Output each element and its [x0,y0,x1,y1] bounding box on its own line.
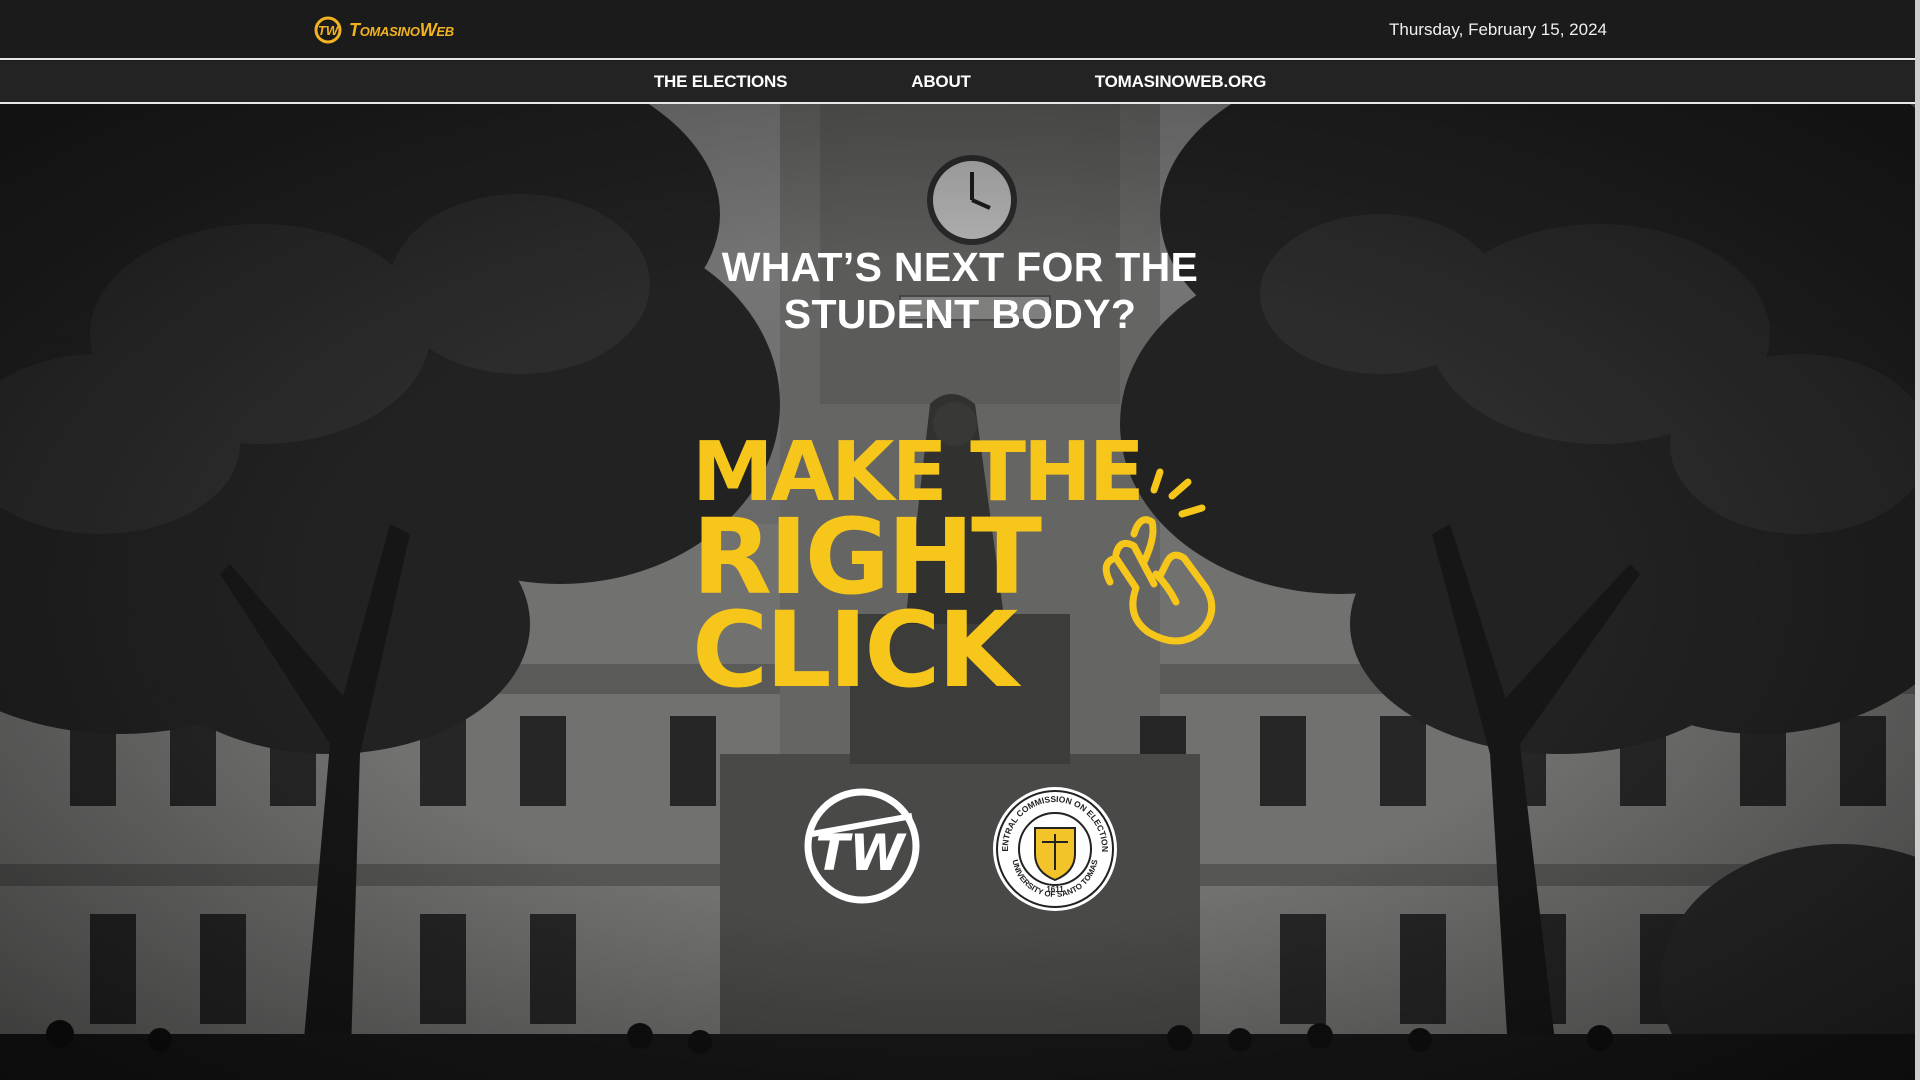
headline-line-1: WHAT’S NEXT FOR THE [721,244,1199,290]
nav-item-tomasinoweb-org[interactable]: TOMASINOWEB.ORG [1095,72,1267,92]
nav-item-the-elections[interactable]: THE ELECTIONS [654,72,788,92]
hero-headline: WHAT’S NEXT FOR THE STUDENT BODY? [660,244,1260,338]
top-bar: TW TomasinoWeb Thursday, February 15, 20… [0,0,1920,60]
comelec-seal: CENTRAL COMMISSION ON ELECTIONS UNIVERSI… [990,784,1117,911]
tw-emblem-icon: TW [804,788,920,904]
slogan: MAKE THE RIGHT CLICK [692,432,1145,711]
nav-item-about[interactable]: ABOUT [911,72,971,92]
page-scrollbar[interactable] [1915,0,1920,1080]
main-nav: THE ELECTIONS ABOUT TOMASINOWEB.ORG [0,61,1920,104]
tomasinoweb-logo[interactable]: TW TomasinoWeb [313,14,454,46]
tw-emblem-text: TW [815,824,907,882]
current-date: Thursday, February 15, 2024 [1389,20,1607,39]
crossed-fingers-hand-icon [1102,468,1216,645]
logo-text: TomasinoWeb [349,19,454,40]
svg-text:TW: TW [318,23,340,38]
tw-logo-icon: TW [314,16,342,44]
seal-year: 1611 [1046,885,1064,894]
headline-line-2: STUDENT BODY? [783,291,1137,337]
slogan-line-3: CLICK [692,589,1018,711]
hero-section: WHAT’S NEXT FOR THE STUDENT BODY? MAKE T… [0,104,1915,1080]
